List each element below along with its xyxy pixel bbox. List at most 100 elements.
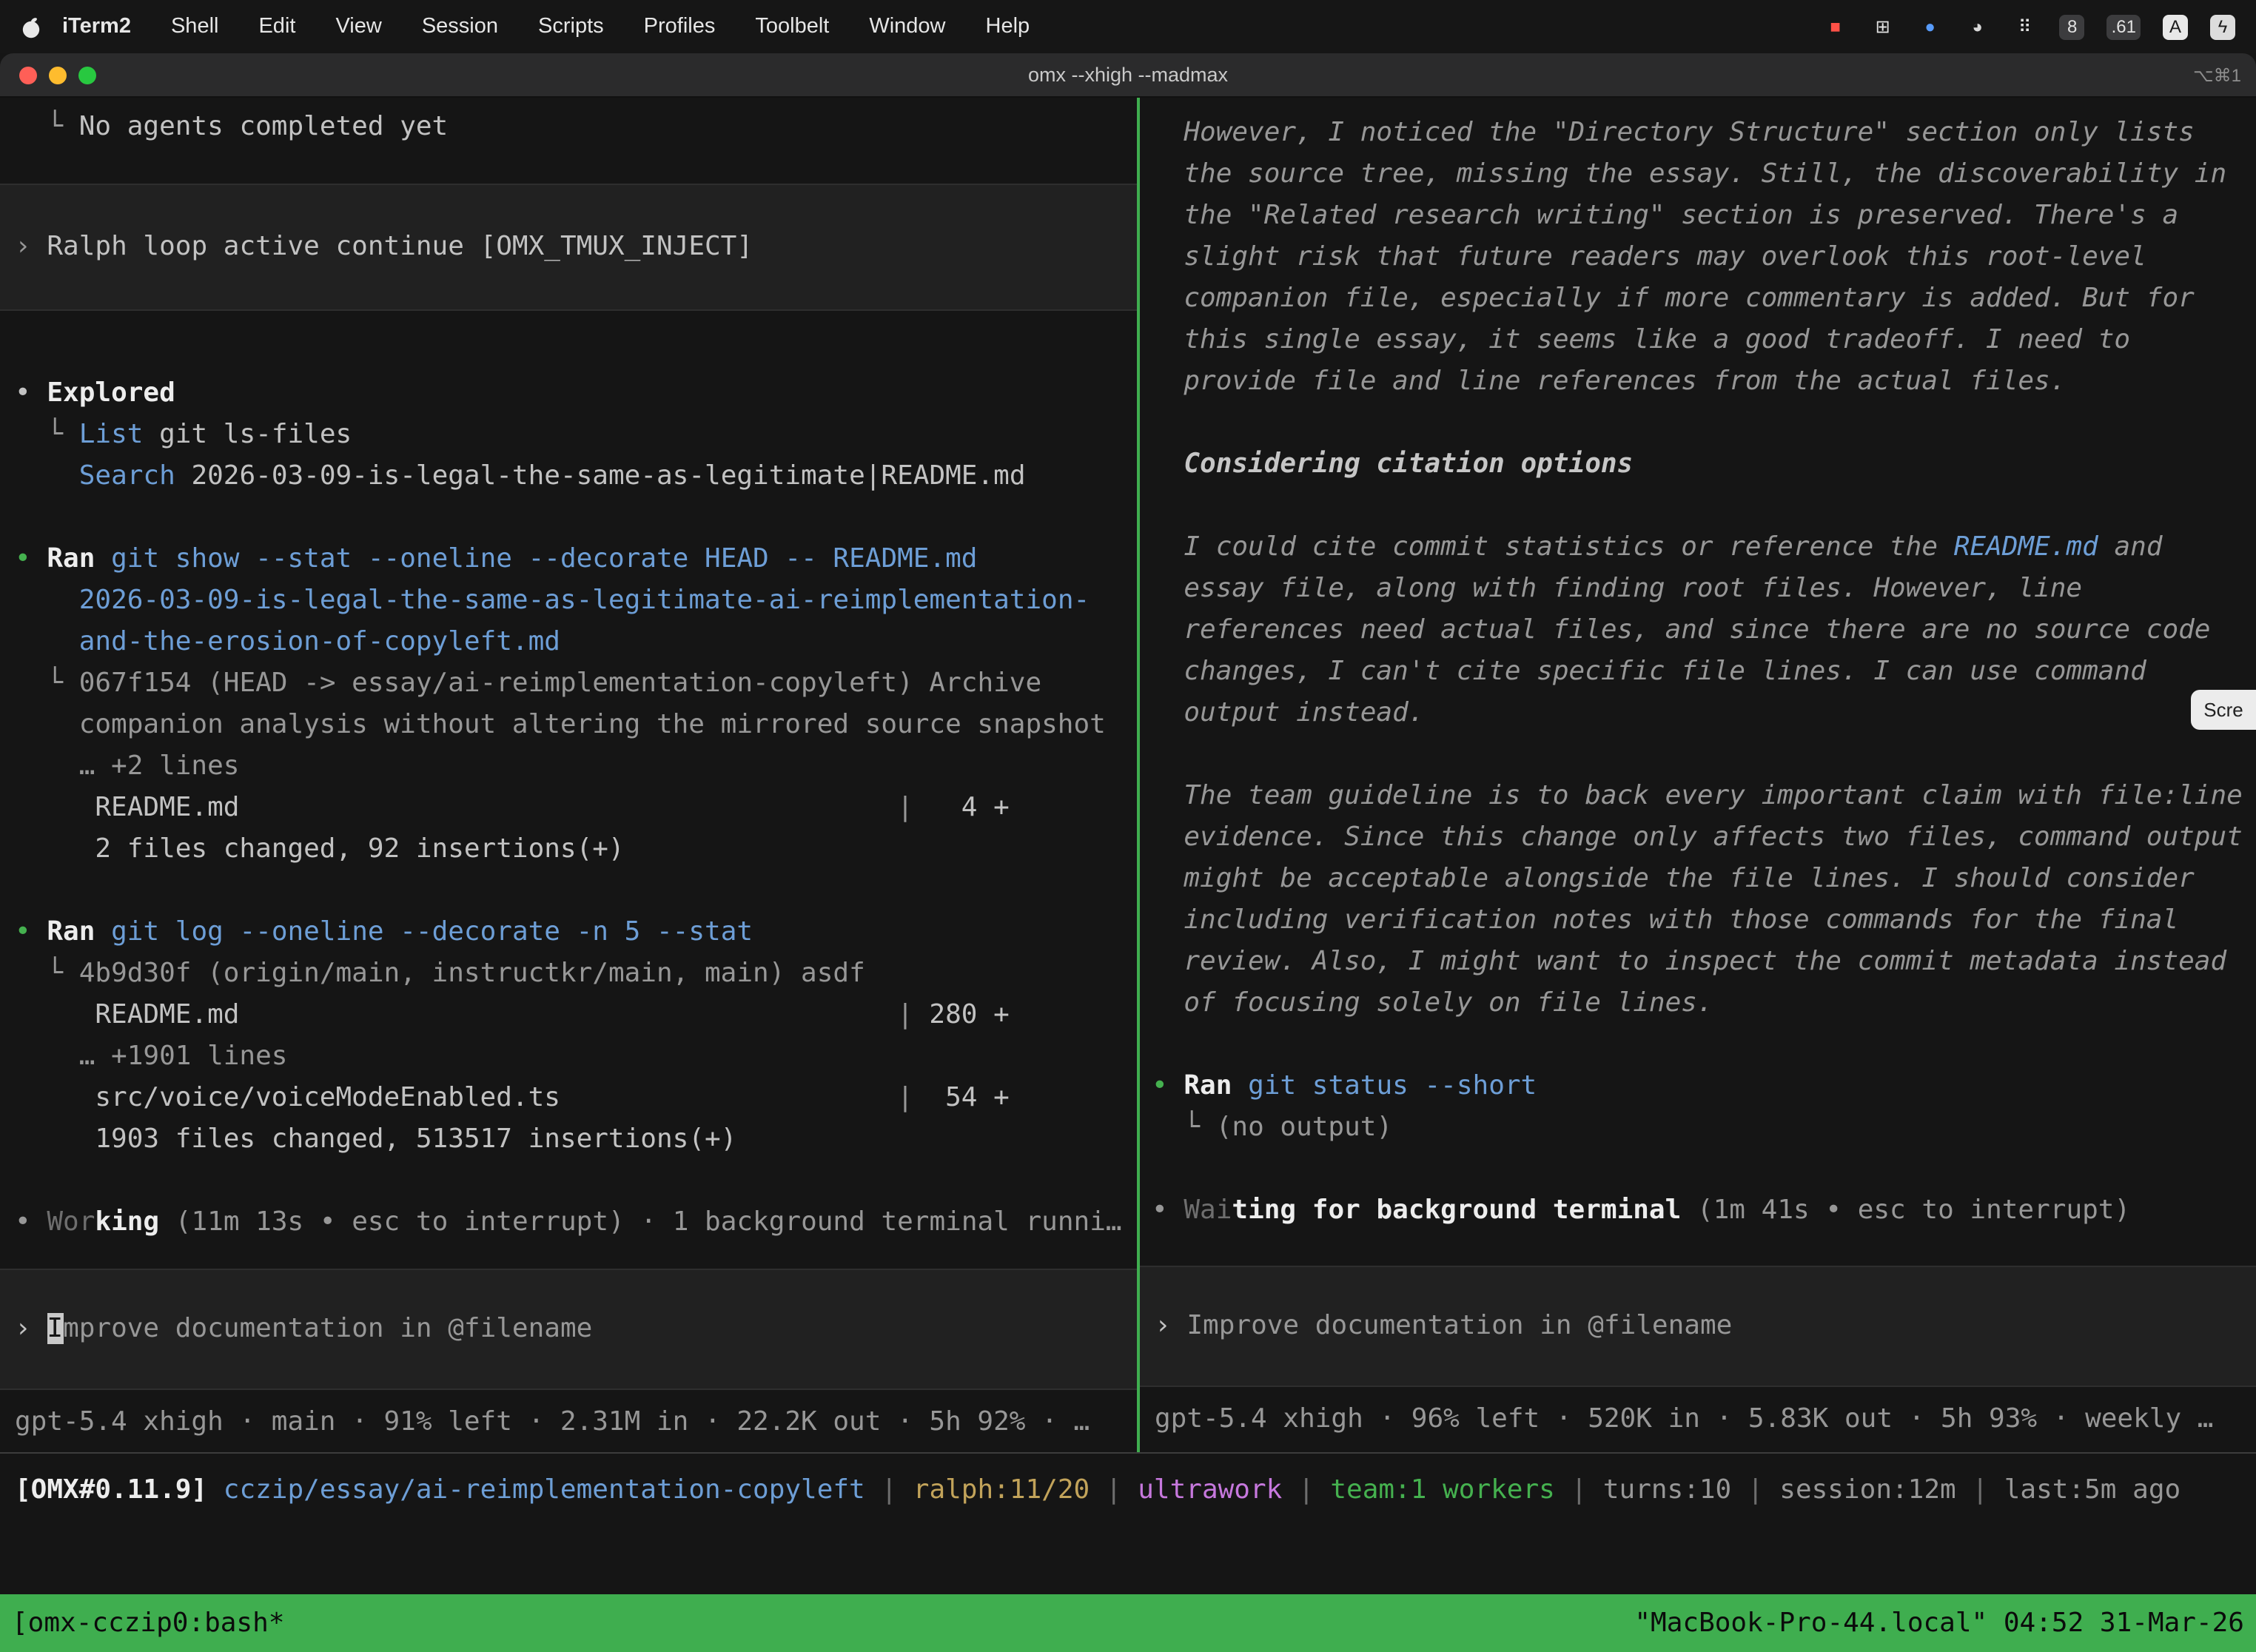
right-prompt-input[interactable]: › Improve documentation in @filename bbox=[1140, 1266, 2256, 1387]
minimize-button[interactable] bbox=[49, 66, 67, 84]
terminal-line: src/voice/voiceModeEnabled.ts | 54 + bbox=[15, 1078, 1137, 1119]
terminal-line: … +2 lines bbox=[15, 746, 1137, 788]
terminal-line: Search 2026-03-09-is-legal-the-same-as-l… bbox=[15, 456, 1137, 497]
terminal-line: output instead. bbox=[1152, 693, 2256, 734]
terminal-line: 2026-03-09-is-legal-the-same-as-legitima… bbox=[15, 580, 1137, 622]
tmux-status-bar: [omx-cczip0:bash* "MacBook-Pro-44.local"… bbox=[0, 1594, 2256, 1652]
terminal-line: README.md | 4 + bbox=[15, 788, 1137, 829]
menu-scripts[interactable]: Scripts bbox=[538, 15, 604, 38]
terminal-line: └ (no output) bbox=[1152, 1107, 2256, 1149]
terminal-line bbox=[1152, 1024, 2256, 1066]
terminal-line: of focusing solely on file lines. bbox=[1152, 983, 2256, 1024]
terminal-line: › Ralph loop active continue [OMX_TMUX_I… bbox=[15, 226, 1122, 268]
terminal-line: [OMX#0.11.9] cczip/essay/ai-reimplementa… bbox=[15, 1474, 2181, 1505]
menu-session[interactable]: Session bbox=[422, 15, 498, 38]
terminal-line: changes, I can't cite specific file line… bbox=[1152, 651, 2256, 693]
omx-status-bar: [OMX#0.11.9] cczip/essay/ai-reimplementa… bbox=[15, 1470, 2256, 1511]
macos-menu-bar: iTerm2 Shell Edit View Session Scripts P… bbox=[0, 0, 2256, 53]
menu-iterm2[interactable]: iTerm2 bbox=[62, 15, 131, 38]
menu-status-icons: ■ ⊞ ● ◕ ⠿ 8 .61 Aϟ bbox=[1823, 14, 2235, 39]
tmux-host-time: "MacBook-Pro-44.local" 04:52 31-Mar-26 bbox=[1634, 1608, 2244, 1639]
agents-status-line: └ No agents completed yet bbox=[0, 98, 1137, 148]
terminal-line: • Ran git status --short bbox=[1152, 1066, 2256, 1107]
menu-profiles[interactable]: Profiles bbox=[644, 15, 716, 38]
terminal-line bbox=[15, 1161, 1137, 1202]
terminal-line: • Working (11m 13s • esc to interrupt) ·… bbox=[15, 1202, 1137, 1243]
terminal-line: Considering citation options bbox=[1152, 444, 2256, 486]
tmux-session-label: [omx-cczip0:bash* bbox=[12, 1608, 284, 1639]
terminal-line: └ 4b9d30f (origin/main, instructkr/main,… bbox=[15, 953, 1137, 995]
menu-help[interactable]: Help bbox=[986, 15, 1030, 38]
terminal-line: gpt-5.4 xhigh · 96% left · 520K in · 5.8… bbox=[1155, 1399, 2256, 1440]
terminal-line: review. Also, I might want to inspect th… bbox=[1152, 941, 2256, 983]
terminal-line: README.md | 280 + bbox=[15, 995, 1137, 1036]
terminal-line: companion analysis without altering the … bbox=[15, 705, 1137, 746]
terminal-line: this single essay, it seems like a good … bbox=[1152, 320, 2256, 361]
right-status-line: gpt-5.4 xhigh · 96% left · 520K in · 5.8… bbox=[1140, 1399, 2256, 1440]
terminal-line: • Ran git log --oneline --decorate -n 5 … bbox=[15, 912, 1137, 953]
terminal-line: … +1901 lines bbox=[15, 1036, 1137, 1078]
left-prompt-input[interactable]: › Improve documentation in @filename bbox=[0, 1269, 1137, 1390]
screen-tab[interactable]: Scre bbox=[2191, 690, 2256, 730]
terminal-line: However, I noticed the "Directory Struct… bbox=[1152, 113, 2256, 154]
terminal-line: essay file, along with finding root file… bbox=[1152, 568, 2256, 610]
apple-menu-icon[interactable] bbox=[21, 14, 41, 39]
terminal-line: • Ran git show --stat --oneline --decora… bbox=[15, 539, 1137, 580]
terminal-line: including verification notes with those … bbox=[1152, 900, 2256, 941]
terminal-line: 1903 files changed, 513517 insertions(+) bbox=[15, 1119, 1137, 1161]
terminal-line bbox=[15, 870, 1137, 912]
screen: iTerm2 Shell Edit View Session Scripts P… bbox=[0, 0, 2256, 1652]
left-status-line: gpt-5.4 xhigh · main · 91% left · 2.31M … bbox=[0, 1402, 1137, 1443]
terminal-line: › Improve documentation in @filename bbox=[1155, 1306, 2241, 1347]
raycast-icon[interactable]: ● bbox=[1918, 14, 1943, 39]
window-grid-icon[interactable]: ⊞ bbox=[1870, 14, 1896, 39]
ralph-loop-banner: › Ralph loop active continue [OMX_TMUX_I… bbox=[0, 184, 1137, 311]
split-panes: └ No agents completed yet › Ralph loop a… bbox=[0, 98, 2256, 1452]
terminal-line: gpt-5.4 xhigh · main · 91% left · 2.31M … bbox=[15, 1402, 1137, 1443]
launchpad-icon[interactable]: ⠿ bbox=[2012, 14, 2038, 39]
terminal-line: The team guideline is to back every impo… bbox=[1152, 776, 2256, 817]
keypad-icon[interactable]: 8 bbox=[2060, 14, 2085, 39]
menu-toolbelt[interactable]: Toolbelt bbox=[755, 15, 829, 38]
close-button[interactable] bbox=[19, 66, 37, 84]
terminal-line bbox=[1152, 486, 2256, 527]
menu-shell[interactable]: Shell bbox=[171, 15, 219, 38]
terminal-line: I could cite commit statistics or refere… bbox=[1152, 527, 2256, 568]
terminal-line bbox=[1152, 403, 2256, 444]
terminal-line: slight risk that future readers may over… bbox=[1152, 237, 2256, 278]
terminal-line bbox=[1152, 1149, 2256, 1190]
terminal-line: references need actual files, and since … bbox=[1152, 610, 2256, 651]
terminal-line: • Waiting for background terminal (1m 41… bbox=[1152, 1190, 2256, 1232]
terminal: └ No agents completed yet › Ralph loop a… bbox=[0, 98, 2256, 1652]
battery-icon[interactable]: ϟ bbox=[2210, 14, 2235, 39]
zoom-button[interactable] bbox=[78, 66, 96, 84]
terminal-line: might be acceptable alongside the file l… bbox=[1152, 859, 2256, 900]
screen-recording-icon[interactable]: ■ bbox=[1823, 14, 1848, 39]
gauge-icon[interactable]: .61 bbox=[2107, 14, 2141, 39]
status-separator bbox=[0, 1452, 2256, 1454]
menu-window[interactable]: Window bbox=[869, 15, 945, 38]
left-transcript: • Explored └ List git ls-files Search 20… bbox=[0, 373, 1137, 1243]
terminal-line: 2 files changed, 92 insertions(+) bbox=[15, 829, 1137, 870]
menu-edit[interactable]: Edit bbox=[258, 15, 295, 38]
terminal-line: └ No agents completed yet bbox=[15, 107, 1137, 148]
terminal-line: the "Related research writing" section i… bbox=[1152, 195, 2256, 237]
input-source-icon[interactable]: A bbox=[2163, 14, 2188, 39]
menu-view[interactable]: View bbox=[335, 15, 381, 38]
terminal-line: └ List git ls-files bbox=[15, 414, 1137, 456]
app-circle-icon[interactable]: ◕ bbox=[1965, 14, 1990, 39]
right-terminal-pane[interactable]: However, I noticed the "Directory Struct… bbox=[1140, 98, 2256, 1452]
menu-items: iTerm2 Shell Edit View Session Scripts P… bbox=[62, 15, 1030, 38]
terminal-line: provide file and line references from th… bbox=[1152, 361, 2256, 403]
left-terminal-pane[interactable]: └ No agents completed yet › Ralph loop a… bbox=[0, 98, 1137, 1452]
terminal-line: › Improve documentation in @filename bbox=[15, 1309, 1122, 1350]
terminal-line: companion file, especially if more comme… bbox=[1152, 278, 2256, 320]
terminal-line: the source tree, missing the essay. Stil… bbox=[1152, 154, 2256, 195]
terminal-line: and-the-erosion-of-copyleft.md bbox=[15, 622, 1137, 663]
terminal-line: • Explored bbox=[15, 373, 1137, 414]
terminal-line bbox=[1152, 734, 2256, 776]
terminal-line: evidence. Since this change only affects… bbox=[1152, 817, 2256, 859]
window-title-bar[interactable]: omx --xhigh --madmax ⌥⌘1 bbox=[0, 53, 2256, 98]
terminal-line: └ 067f154 (HEAD -> essay/ai-reimplementa… bbox=[15, 663, 1137, 705]
right-transcript: However, I noticed the "Directory Struct… bbox=[1140, 98, 2256, 1232]
